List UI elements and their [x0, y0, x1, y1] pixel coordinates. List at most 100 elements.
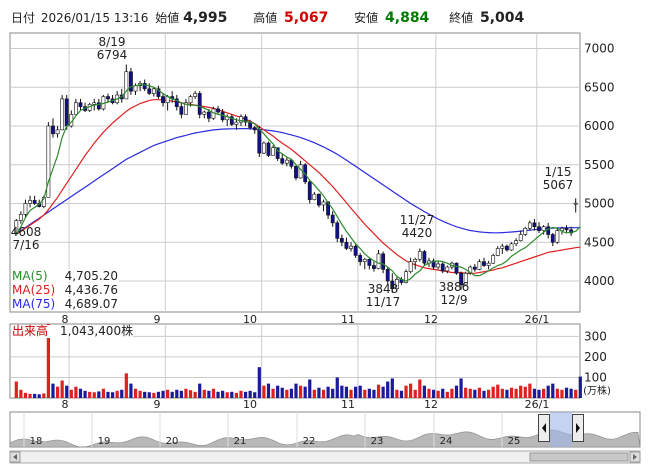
candle-body	[509, 243, 514, 251]
candle-body	[284, 159, 289, 164]
volume-bar	[450, 388, 454, 398]
annotation-line2: 5067	[543, 178, 574, 192]
volume-legend-label: 出来高	[12, 323, 48, 338]
volume-bar	[298, 385, 303, 398]
volume-bar	[115, 390, 119, 398]
volume-bar	[221, 390, 225, 398]
candle-body	[353, 245, 358, 256]
annotation-line2: 11/17	[366, 295, 401, 309]
volume-bar	[19, 389, 23, 398]
volume-bar	[253, 392, 257, 398]
volume-bar	[308, 379, 312, 398]
legend-value: 4,705.20	[65, 269, 118, 283]
navigator-scroll-right-button[interactable]	[572, 414, 584, 442]
navigator-year-label: 19	[98, 436, 111, 447]
navigator-scroll-left-button[interactable]	[538, 414, 550, 442]
candle-body	[28, 200, 32, 204]
volume-bar	[468, 388, 472, 398]
volume-bar	[473, 389, 477, 398]
navigator-year-label: 20	[166, 436, 179, 447]
candle-body	[486, 262, 491, 266]
volume-bar	[340, 385, 344, 398]
candle-body	[188, 96, 193, 104]
volume-bar	[88, 391, 92, 398]
candle-body	[307, 181, 312, 200]
volume-bar	[578, 376, 582, 398]
volume-bar	[560, 389, 564, 398]
volume-bar	[156, 391, 161, 398]
volume-month-tick-label: 10	[243, 398, 257, 411]
volume-bar	[358, 385, 362, 398]
candle-body	[161, 96, 165, 104]
candle-body	[335, 222, 340, 239]
volume-bar	[372, 389, 376, 398]
navigator-year-label: 21	[234, 436, 247, 447]
candle-body	[142, 83, 147, 90]
volume-bar	[404, 385, 408, 398]
candle-body	[197, 93, 202, 115]
volume-bar	[14, 381, 18, 398]
volume-bar	[363, 389, 367, 398]
navigator-year-label: 18	[30, 436, 43, 447]
candle-body	[234, 121, 239, 125]
volume-bar	[505, 389, 509, 398]
navigator-year-label: 22	[303, 436, 316, 447]
candle-body	[477, 261, 482, 270]
volume-bar	[92, 392, 96, 398]
volume-bar	[555, 388, 559, 398]
candle-body	[216, 108, 220, 113]
volume-bar	[202, 389, 206, 398]
volume-bar	[482, 390, 486, 398]
volume-bar	[386, 381, 390, 398]
candle-body	[257, 129, 262, 154]
candle-body	[32, 200, 37, 204]
volume-bar	[354, 386, 358, 398]
volume-bar	[170, 391, 174, 398]
candle-body	[349, 245, 353, 249]
volume-bar	[321, 389, 326, 398]
volume-bar	[65, 385, 69, 398]
volume-bar	[101, 388, 106, 398]
volume-bar	[514, 388, 518, 398]
candle-body	[422, 251, 427, 264]
candle-body	[321, 201, 326, 206]
volume-bar	[464, 387, 468, 398]
volume-bar	[546, 385, 550, 398]
volume-bar	[179, 390, 183, 398]
candle-body	[564, 228, 569, 231]
candle-body	[573, 202, 578, 205]
candle-body	[92, 102, 97, 105]
price-tick-label: 6000	[584, 119, 615, 133]
candle-body	[64, 98, 69, 127]
candle-body	[413, 258, 418, 262]
candle-body	[381, 253, 386, 270]
volume-bar	[193, 391, 197, 398]
volume-bar	[335, 377, 339, 398]
price-tick-label: 5000	[584, 197, 615, 211]
candle-body	[358, 255, 363, 262]
candle-body	[482, 261, 486, 266]
candle-body	[408, 261, 413, 272]
annotation-line1: 3886	[439, 280, 470, 294]
volume-bar	[262, 385, 266, 398]
volume-bar	[257, 367, 261, 398]
volume-bar	[147, 392, 151, 398]
volume-bar	[216, 391, 220, 398]
candle-body	[18, 214, 23, 221]
price-tick-label: 4000	[584, 274, 615, 288]
volume-bar	[243, 391, 248, 398]
candle-body	[472, 266, 477, 270]
candle-body	[78, 102, 83, 107]
navigator-year-label: 24	[440, 436, 453, 447]
annotation-line1: 8/19	[99, 35, 126, 49]
price-tick-label: 4500	[584, 235, 615, 249]
candle-body	[546, 226, 551, 235]
candle-body	[133, 85, 138, 92]
candle-body	[500, 245, 505, 249]
navigator-window	[550, 412, 572, 447]
candle-body	[417, 251, 422, 260]
candle-body	[124, 71, 129, 100]
volume-bar	[51, 383, 55, 398]
volume-bar	[532, 388, 537, 398]
candle-body	[495, 248, 500, 256]
